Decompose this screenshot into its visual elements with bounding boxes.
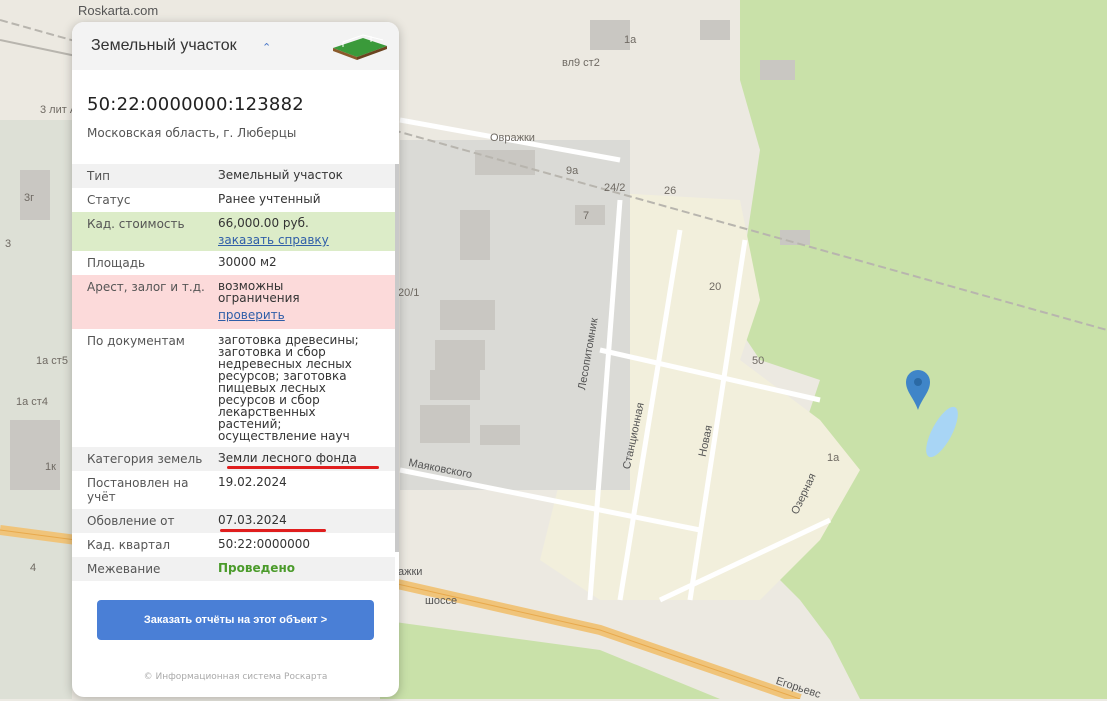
table-row: Арест, залог и т.д. возможны ограничения… (72, 275, 395, 329)
table-row: Кад. квартал 50:22:0000000 (72, 533, 395, 557)
row-value: Проведено (218, 561, 295, 575)
panel-header[interactable]: Земельный участок ⌃ (72, 22, 399, 70)
check-link[interactable]: проверить (218, 309, 387, 321)
row-key: Площадь (87, 256, 146, 270)
map-label: 26 (664, 185, 677, 197)
row-value: 66,000.00 руб. (218, 216, 309, 230)
map-label: 1а (624, 34, 637, 46)
table-row: Тип Земельный участок (72, 164, 395, 188)
row-value: 19.02.2024 (218, 475, 287, 489)
table-row: Постановлен на учёт 19.02.2024 (72, 471, 395, 509)
footer-copyright: © Информационная система Роскарта (143, 672, 328, 682)
table-row: По документам заготовка древесины; загот… (72, 329, 395, 447)
map-label: 1а ст5 (36, 355, 68, 367)
property-table: Тип Земельный участок Статус Ранее учтен… (72, 164, 395, 581)
brand-label: Roskarta.com (78, 3, 159, 18)
panel-title: Земельный участок (91, 37, 237, 54)
row-value: заготовка древесины; заготовка и сбор не… (218, 333, 359, 443)
scrollbar[interactable] (395, 164, 399, 552)
row-key: Постановлен на учёт (87, 476, 189, 504)
row-value: Земельный участок (218, 168, 343, 182)
row-key: Арест, залог и т.д. (87, 280, 205, 294)
street-label: шоссе (425, 595, 458, 607)
table-row: Статус Ранее учтенный (72, 188, 395, 212)
address: Московская область, г. Люберцы (87, 126, 297, 140)
table-row: Обовление от 07.03.2024 (72, 509, 395, 533)
land-plot-panel: Земельный участок ⌃ 50:22:0000000:123882… (72, 22, 399, 697)
row-key: Межевание (87, 562, 161, 576)
map-label: 1а ст4 (16, 396, 48, 408)
row-key: По документам (87, 334, 185, 348)
map-label: 4 (30, 562, 37, 574)
map-label: 1к (45, 461, 56, 473)
row-key: Статус (87, 193, 131, 207)
highlight-underline (220, 529, 326, 532)
map-label: 3 (5, 238, 12, 250)
row-key: Кад. квартал (87, 538, 171, 552)
chevron-up-icon[interactable]: ⌃ (262, 41, 271, 54)
land-plot-icon (333, 34, 387, 60)
cadastral-number: 50:22:0000000:123882 (87, 94, 304, 115)
highlight-underline (227, 466, 379, 469)
table-row: Кад. стоимость 66,000.00 руб. заказать с… (72, 212, 395, 251)
map-label: вл9 ст2 (562, 57, 600, 69)
table-row: Категория земель Земли лесного фонда (72, 447, 395, 471)
map-label: 20/1 (398, 287, 420, 299)
row-key: Обовление от (87, 514, 175, 528)
row-value: 50:22:0000000 (218, 537, 311, 551)
row-key: Категория земель (87, 452, 203, 466)
order-reports-button[interactable]: Заказать отчёты на этот объект > (97, 600, 374, 640)
map-label: 3г (24, 192, 35, 204)
map-label: 1а (827, 452, 840, 464)
table-row: Площадь 30000 м2 (72, 251, 395, 275)
map-label: Овражки (490, 132, 535, 144)
row-value: Ранее учтенный (218, 192, 321, 206)
map-label: 50 (752, 355, 765, 367)
map-label: 7 (583, 210, 590, 222)
map-label: 20 (709, 281, 722, 293)
map-label: 24/2 (604, 182, 626, 194)
table-row: Межевание Проведено (72, 557, 395, 581)
street-label: ажки (398, 566, 423, 578)
order-certificate-link[interactable]: заказать справку (218, 234, 387, 246)
row-value: возможны ограничения (218, 279, 300, 305)
map-label: 9а (566, 165, 579, 177)
row-key: Тип (87, 169, 110, 183)
row-value: 30000 м2 (218, 255, 277, 269)
row-key: Кад. стоимость (87, 217, 185, 231)
